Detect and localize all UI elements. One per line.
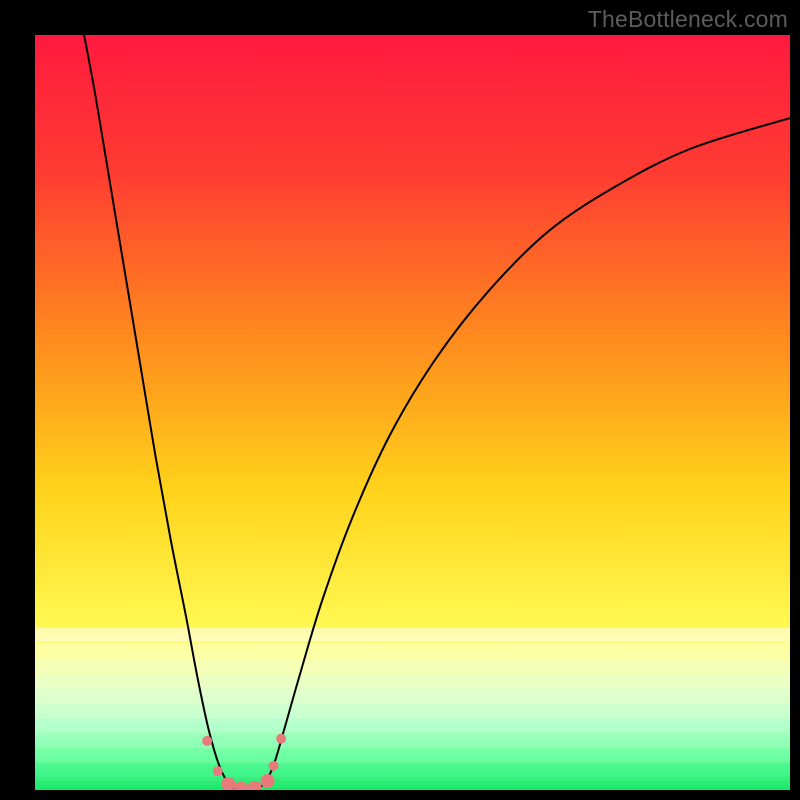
data-marker	[276, 734, 286, 744]
watermark-text: TheBottleneck.com	[588, 6, 788, 33]
chart-frame: TheBottleneck.com	[0, 0, 800, 800]
data-marker	[213, 766, 223, 776]
bottleneck-chart	[35, 35, 790, 790]
data-marker	[269, 761, 279, 771]
plot-area	[35, 35, 790, 790]
data-marker	[261, 774, 275, 788]
data-marker	[202, 736, 212, 746]
